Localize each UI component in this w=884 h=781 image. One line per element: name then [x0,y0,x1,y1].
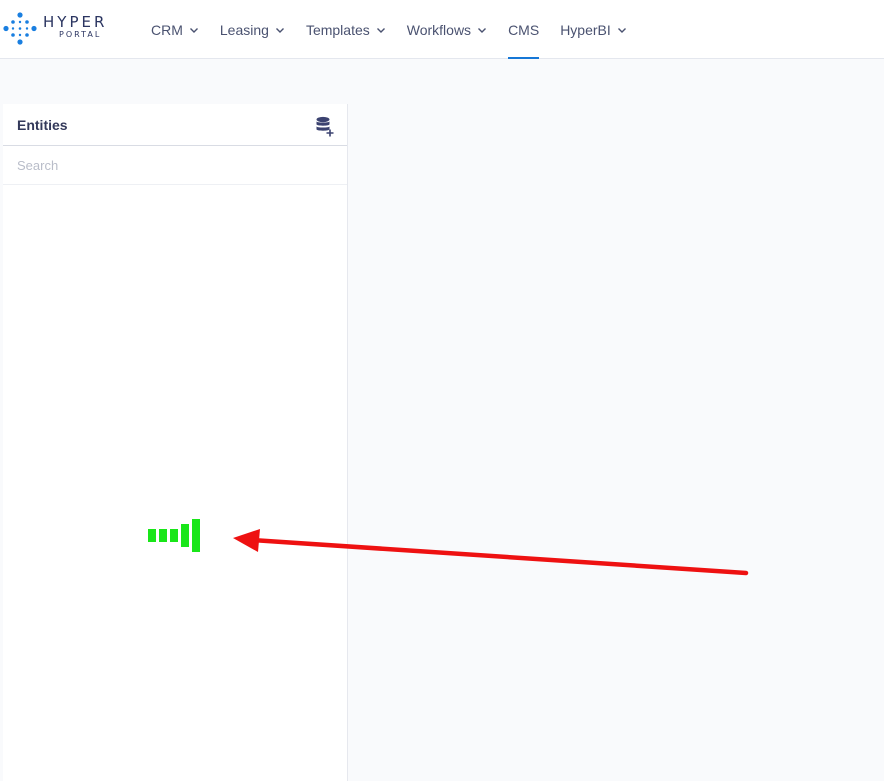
nav-item-leasing[interactable]: Leasing [220,0,285,59]
nav-item-workflows[interactable]: Workflows [407,0,487,59]
nav-item-label: Workflows [406,21,472,38]
entities-search-input[interactable] [3,146,347,184]
chevron-down-icon [376,27,385,33]
chevron-down-icon [617,27,626,33]
nav-item-hyperbi[interactable]: HyperBI [560,0,627,59]
hyper-portal-logo[interactable]: HYPER PORTAL [3,11,115,47]
logo-subtitle: PORTAL [59,30,102,39]
main-nav: CRM Leasing Templates Workflows CMS Hype… [151,0,648,59]
top-navigation-bar: HYPER PORTAL CRM Leasing Templates Workf… [0,0,884,59]
nav-item-cms[interactable]: CMS [508,0,540,59]
entities-panel-header: Entities [3,104,347,146]
logo-wordmark: HYPER [43,13,108,31]
nav-item-label: CRM [151,21,183,38]
nav-item-label: Templates [305,21,370,38]
nav-item-label: CMS [508,21,540,38]
nav-item-label: Leasing [219,21,269,38]
chevron-down-icon [275,27,284,33]
logo-dots-icon [3,12,37,45]
nav-item-label: HyperBI [560,21,611,38]
entities-search-row [3,146,347,185]
entities-panel: Entities [3,104,348,781]
chevron-down-icon [189,27,198,33]
nav-item-templates[interactable]: Templates [306,0,386,59]
chevron-down-icon [478,27,487,33]
entities-title: Entities [17,117,68,133]
nav-item-crm[interactable]: CRM [151,0,199,59]
database-add-icon[interactable] [315,116,335,138]
signal-bars-loading-icon [148,519,200,552]
